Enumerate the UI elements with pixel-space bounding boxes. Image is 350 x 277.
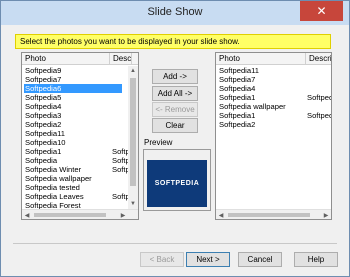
back-button[interactable]: < Back xyxy=(140,252,184,267)
list-item[interactable]: Softpedia5 xyxy=(22,93,138,102)
preview-label: Preview xyxy=(144,138,173,147)
list-item[interactable]: Softpedia11 xyxy=(22,129,138,138)
scroll-thumb[interactable] xyxy=(130,78,136,186)
list-item-photo: Softpedia wallpaper xyxy=(25,174,92,183)
scroll-up-icon[interactable]: ▲ xyxy=(128,66,138,76)
scroll-thumb[interactable] xyxy=(228,213,310,217)
list-item-photo: Softpedia xyxy=(25,156,58,165)
instruction-banner: Select the photos you want to be display… xyxy=(15,34,331,49)
preview-panel: SOFTPEDIA xyxy=(143,149,211,211)
list-item[interactable]: Softpedia3 xyxy=(22,111,138,120)
slide-show-window: Slide Show ✕ Select the photos you want … xyxy=(0,0,350,277)
list-item-description: Softpedi xyxy=(307,111,331,120)
available-photos-rows: Softpedia9 Softpedia7 Softpedia6 Softpedia5… xyxy=(22,66,138,210)
scroll-right-icon[interactable]: ▶ xyxy=(118,210,128,219)
list-item-photo: Softpedia2 xyxy=(25,120,62,129)
column-header-photo[interactable]: Photo xyxy=(216,53,306,65)
remove-button[interactable]: <- Remove xyxy=(152,102,198,117)
list-item[interactable]: Softpedia4 xyxy=(22,102,138,111)
list-item-photo: Softpedia7 xyxy=(219,75,256,84)
list-item-photo: Softpedia11 xyxy=(219,66,259,75)
list-item-photo: Softpedia3 xyxy=(25,111,62,120)
list-item[interactable]: Softpedia4 xyxy=(216,84,331,93)
list-item-photo: Softpedia2 xyxy=(219,120,256,129)
list-item[interactable]: Softpedia2 xyxy=(216,120,331,129)
available-photos-list[interactable]: Photo Desc Softpedia9 Softpedia7 Softpedia… xyxy=(21,52,139,220)
list-item-photo: Softpedia6 xyxy=(24,84,122,93)
list-item[interactable]: Softpedia wallpaper xyxy=(22,174,138,183)
list-item-description: Softpedi xyxy=(307,93,331,102)
list-item[interactable]: Softpedia1 Softp xyxy=(22,147,138,156)
list-item[interactable]: Softpedia6 xyxy=(22,84,138,93)
next-button[interactable]: Next > xyxy=(186,252,230,267)
column-header-description[interactable]: Desc xyxy=(110,53,132,65)
horizontal-scrollbar[interactable]: ◀ ▶ xyxy=(216,209,331,219)
column-header-photo[interactable]: Photo xyxy=(22,53,110,65)
list-item[interactable]: Softpedia tested xyxy=(22,183,138,192)
list-item-photo: Softpedia Winter xyxy=(25,165,82,174)
list-item[interactable]: Softpedia2 xyxy=(22,120,138,129)
list-header: Photo Desc xyxy=(22,53,138,65)
list-item[interactable]: Softpedia7 xyxy=(22,75,138,84)
close-icon: ✕ xyxy=(316,4,327,18)
list-item-photo: Softpedia tested xyxy=(25,183,80,192)
scroll-right-icon[interactable]: ▶ xyxy=(321,210,331,219)
window-title: Slide Show xyxy=(147,6,203,18)
selected-photos-list[interactable]: Photo Descripti Softpedia11Softpedia7Sof… xyxy=(215,52,332,220)
selected-photos-rows: Softpedia11 Softpedia7 Softpedia4 Softpedia… xyxy=(216,66,331,129)
clear-button[interactable]: Clear xyxy=(152,118,198,133)
scroll-left-icon[interactable]: ◀ xyxy=(22,210,32,219)
list-item[interactable]: Softpedia Winter Softp xyxy=(22,165,138,174)
list-header: Photo Descripti xyxy=(216,53,331,65)
vertical-scrollbar[interactable]: ▲ ▼ xyxy=(128,66,138,209)
list-item-photo: Softpedia1 xyxy=(25,147,62,156)
list-item-photo: Softpedia4 xyxy=(219,84,256,93)
list-item[interactable]: Softpedia1 Softpedi xyxy=(216,111,331,120)
add-all-button[interactable]: Add All -> xyxy=(152,86,198,101)
list-item-photo: Softpedia9 xyxy=(25,66,62,75)
list-item-photo: Softpedia11 xyxy=(25,129,65,138)
horizontal-scrollbar[interactable]: ◀ ▶ xyxy=(22,209,138,219)
list-item[interactable]: Softpedia9 xyxy=(22,66,138,75)
list-item[interactable]: Softpedia11 xyxy=(216,66,331,75)
column-header-description[interactable]: Descripti xyxy=(306,53,331,65)
list-item[interactable]: Softpedia Softp xyxy=(22,156,138,165)
add-button[interactable]: Add -> xyxy=(152,69,198,84)
list-item[interactable]: Softpedia7 xyxy=(216,75,331,84)
scroll-thumb[interactable] xyxy=(34,213,106,217)
close-button[interactable]: ✕ xyxy=(300,1,343,21)
list-item-photo: Softpedia10 xyxy=(25,138,66,147)
cancel-button[interactable]: Cancel xyxy=(238,252,282,267)
list-item-photo: Softpedia7 xyxy=(25,75,62,84)
footer-separator xyxy=(13,243,337,244)
list-item-photo: Softpedia4 xyxy=(25,102,62,111)
list-item-photo: Softpedia1 xyxy=(219,93,256,102)
preview-image: SOFTPEDIA xyxy=(147,160,207,207)
help-button[interactable]: Help xyxy=(294,252,338,267)
list-item[interactable]: Softpedia10 xyxy=(22,138,138,147)
list-item-photo: Softpedia5 xyxy=(25,93,62,102)
list-item[interactable]: Softpedia1 Softpedi xyxy=(216,93,331,102)
list-item-photo: Softpedia1 xyxy=(219,111,256,120)
title-bar[interactable]: Slide Show ✕ xyxy=(1,1,349,25)
list-item[interactable]: Softpedia wallpaper xyxy=(216,102,331,111)
scroll-left-icon[interactable]: ◀ xyxy=(216,210,226,219)
list-item[interactable]: Softpedia Leaves Softp xyxy=(22,192,138,201)
list-item-photo: Softpedia Leaves xyxy=(25,192,84,201)
list-item-photo: Softpedia wallpaper xyxy=(219,102,286,111)
scroll-down-icon[interactable]: ▼ xyxy=(128,199,138,209)
